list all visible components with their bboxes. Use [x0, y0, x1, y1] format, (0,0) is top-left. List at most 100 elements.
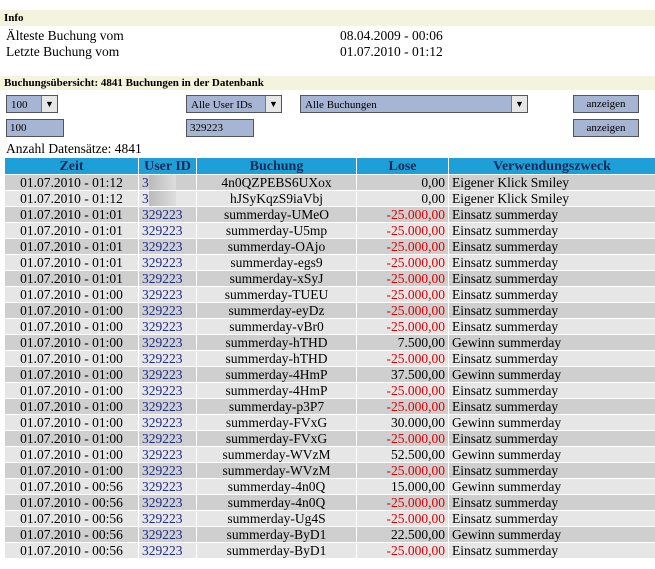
cell-user-id[interactable]: 329223	[138, 446, 197, 463]
user-id-text: 3	[142, 175, 149, 190]
cell-user-id[interactable]: 329223	[138, 238, 197, 255]
cell-booking: summerday-WVzM	[196, 462, 357, 479]
cell-booking: summerday-4HmP	[196, 382, 357, 399]
limit-select-value: 100	[11, 99, 28, 111]
booking-type-select[interactable]: Alle Buchungen ▼	[300, 95, 528, 113]
cell-user-id[interactable]: 329223	[138, 350, 197, 367]
cell-lose: -25.000,00	[356, 350, 449, 367]
record-count: Anzahl Datensätze: 4841	[6, 141, 142, 156]
cell-user-id[interactable]: 329223	[138, 222, 197, 239]
cell-time: 01.07.2010 - 01:00	[4, 382, 139, 399]
table-header-row: Zeit User ID Buchung Lose Verwendungszwe…	[4, 157, 655, 175]
table-row: 01.07.2010 - 00:56 329223 summerday-ByD1 -2…	[4, 542, 655, 559]
limit-input[interactable]: 100	[6, 119, 64, 137]
cell-booking: summerday-4HmP	[196, 366, 357, 383]
cell-time: 01.07.2010 - 01:01	[4, 222, 139, 239]
cell-lose: -25.000,00	[356, 238, 449, 255]
user-id-input[interactable]: 329223	[186, 119, 254, 137]
cell-purpose: Gewinn summerday	[448, 526, 655, 543]
cell-booking: summerday-FVxG	[196, 414, 357, 431]
cell-purpose: Einsatz summerday	[448, 286, 655, 303]
cell-lose: -25.000,00	[356, 462, 449, 479]
table-row: 01.07.2010 - 00:56 329223 summerday-ByD1 22…	[4, 526, 655, 543]
cell-purpose: Einsatz summerday	[448, 270, 655, 287]
cell-time: 01.07.2010 - 00:56	[4, 510, 139, 527]
cell-purpose: Einsatz summerday	[448, 382, 655, 399]
table-row: 01.07.2010 - 01:00 329223 summerday-hTHD -2…	[4, 350, 655, 367]
cell-booking: 4n0QZPEBS6UXox	[196, 174, 357, 191]
cell-user-id[interactable]: 329223	[138, 398, 197, 415]
cell-user-id[interactable]: 329223	[138, 526, 197, 543]
cell-user-id[interactable]: 329223	[138, 254, 197, 271]
cell-booking: summerday-vBr0	[196, 318, 357, 335]
cell-user-id[interactable]: 329223	[138, 478, 197, 495]
cell-user-id[interactable]: 329223	[138, 462, 197, 479]
cell-purpose: Einsatz summerday	[448, 254, 655, 271]
user-id-select[interactable]: Alle User IDs ▼	[186, 95, 282, 113]
cell-user-id[interactable]: 3	[138, 174, 197, 191]
cell-lose: -25.000,00	[356, 542, 449, 559]
cell-booking: summerday-4n0Q	[196, 478, 357, 495]
cell-time: 01.07.2010 - 01:00	[4, 366, 139, 383]
user-id-select-value: Alle User IDs	[191, 99, 253, 111]
cell-lose: -25.000,00	[356, 206, 449, 223]
show-button-2[interactable]: anzeigen	[573, 119, 639, 137]
cell-booking: summerday-ByD1	[196, 542, 357, 559]
cell-purpose: Gewinn summerday	[448, 414, 655, 431]
col-header-purpose[interactable]: Verwendungszweck	[448, 157, 655, 175]
cell-purpose: Einsatz summerday	[448, 318, 655, 335]
chevron-down-icon[interactable]: ▼	[41, 96, 57, 112]
cell-purpose: Gewinn summerday	[448, 334, 655, 351]
chevron-down-icon[interactable]: ▼	[265, 96, 281, 112]
cell-purpose: Eigener Klick Smiley	[448, 174, 655, 191]
cell-purpose: Einsatz summerday	[448, 238, 655, 255]
limit-select[interactable]: 100 ▼	[6, 95, 58, 113]
cell-lose: 52.500,00	[356, 446, 449, 463]
cell-purpose: Einsatz summerday	[448, 542, 655, 559]
user-id-text: 3	[142, 191, 149, 206]
cell-user-id[interactable]: 3	[138, 190, 197, 207]
table-row: 01.07.2010 - 01:00 329223 summerday-TUEU -2…	[4, 286, 655, 303]
cell-booking: summerday-egs9	[196, 254, 357, 271]
col-header-user-id[interactable]: User ID	[138, 157, 197, 175]
cell-lose: -25.000,00	[356, 270, 449, 287]
cell-user-id[interactable]: 329223	[138, 382, 197, 399]
cell-user-id[interactable]: 329223	[138, 318, 197, 335]
cell-user-id[interactable]: 329223	[138, 334, 197, 351]
chevron-down-icon[interactable]: ▼	[511, 96, 527, 112]
latest-booking-row: Letzte Buchung vom 01.07.2010 - 01:12	[6, 44, 443, 59]
cell-purpose: Gewinn summerday	[448, 446, 655, 463]
cell-purpose: Einsatz summerday	[448, 510, 655, 527]
cell-lose: 22.500,00	[356, 526, 449, 543]
cell-time: 01.07.2010 - 01:12	[4, 190, 139, 207]
table-row: 01.07.2010 - 01:00 329223 summerday-FVxG 30…	[4, 414, 655, 431]
cell-time: 01.07.2010 - 01:00	[4, 398, 139, 415]
cell-user-id[interactable]: 329223	[138, 206, 197, 223]
cell-user-id[interactable]: 329223	[138, 302, 197, 319]
cell-user-id[interactable]: 329223	[138, 510, 197, 527]
cell-booking: hJSyKqzS9iaVbj	[196, 190, 357, 207]
col-header-lose[interactable]: Lose	[356, 157, 449, 175]
cell-purpose: Einsatz summerday	[448, 350, 655, 367]
cell-user-id[interactable]: 329223	[138, 270, 197, 287]
cell-user-id[interactable]: 329223	[138, 366, 197, 383]
cell-user-id[interactable]: 329223	[138, 414, 197, 431]
cell-user-id[interactable]: 329223	[138, 286, 197, 303]
table-row: 01.07.2010 - 01:12 3 4n0QZPEBS6UXox 0,00 Ei…	[4, 174, 655, 191]
cell-purpose: Eigener Klick Smiley	[448, 190, 655, 207]
cell-user-id[interactable]: 329223	[138, 430, 197, 447]
cell-user-id[interactable]: 329223	[138, 542, 197, 559]
cell-user-id[interactable]: 329223	[138, 494, 197, 511]
cell-time: 01.07.2010 - 01:00	[4, 334, 139, 351]
cell-booking: summerday-p3P7	[196, 398, 357, 415]
col-header-time[interactable]: Zeit	[4, 157, 139, 175]
table-row: 01.07.2010 - 00:56 329223 summerday-Ug4S -2…	[4, 510, 655, 527]
cell-time: 01.07.2010 - 01:00	[4, 430, 139, 447]
cell-lose: -25.000,00	[356, 398, 449, 415]
cell-time: 01.07.2010 - 01:00	[4, 350, 139, 367]
booking-type-select-value: Alle Buchungen	[305, 99, 377, 111]
col-header-booking[interactable]: Buchung	[196, 157, 357, 175]
overview-heading: Buchungsübersicht: 4841 Buchungen in der…	[0, 76, 655, 90]
cell-purpose: Einsatz summerday	[448, 302, 655, 319]
show-button[interactable]: anzeigen	[573, 95, 639, 113]
